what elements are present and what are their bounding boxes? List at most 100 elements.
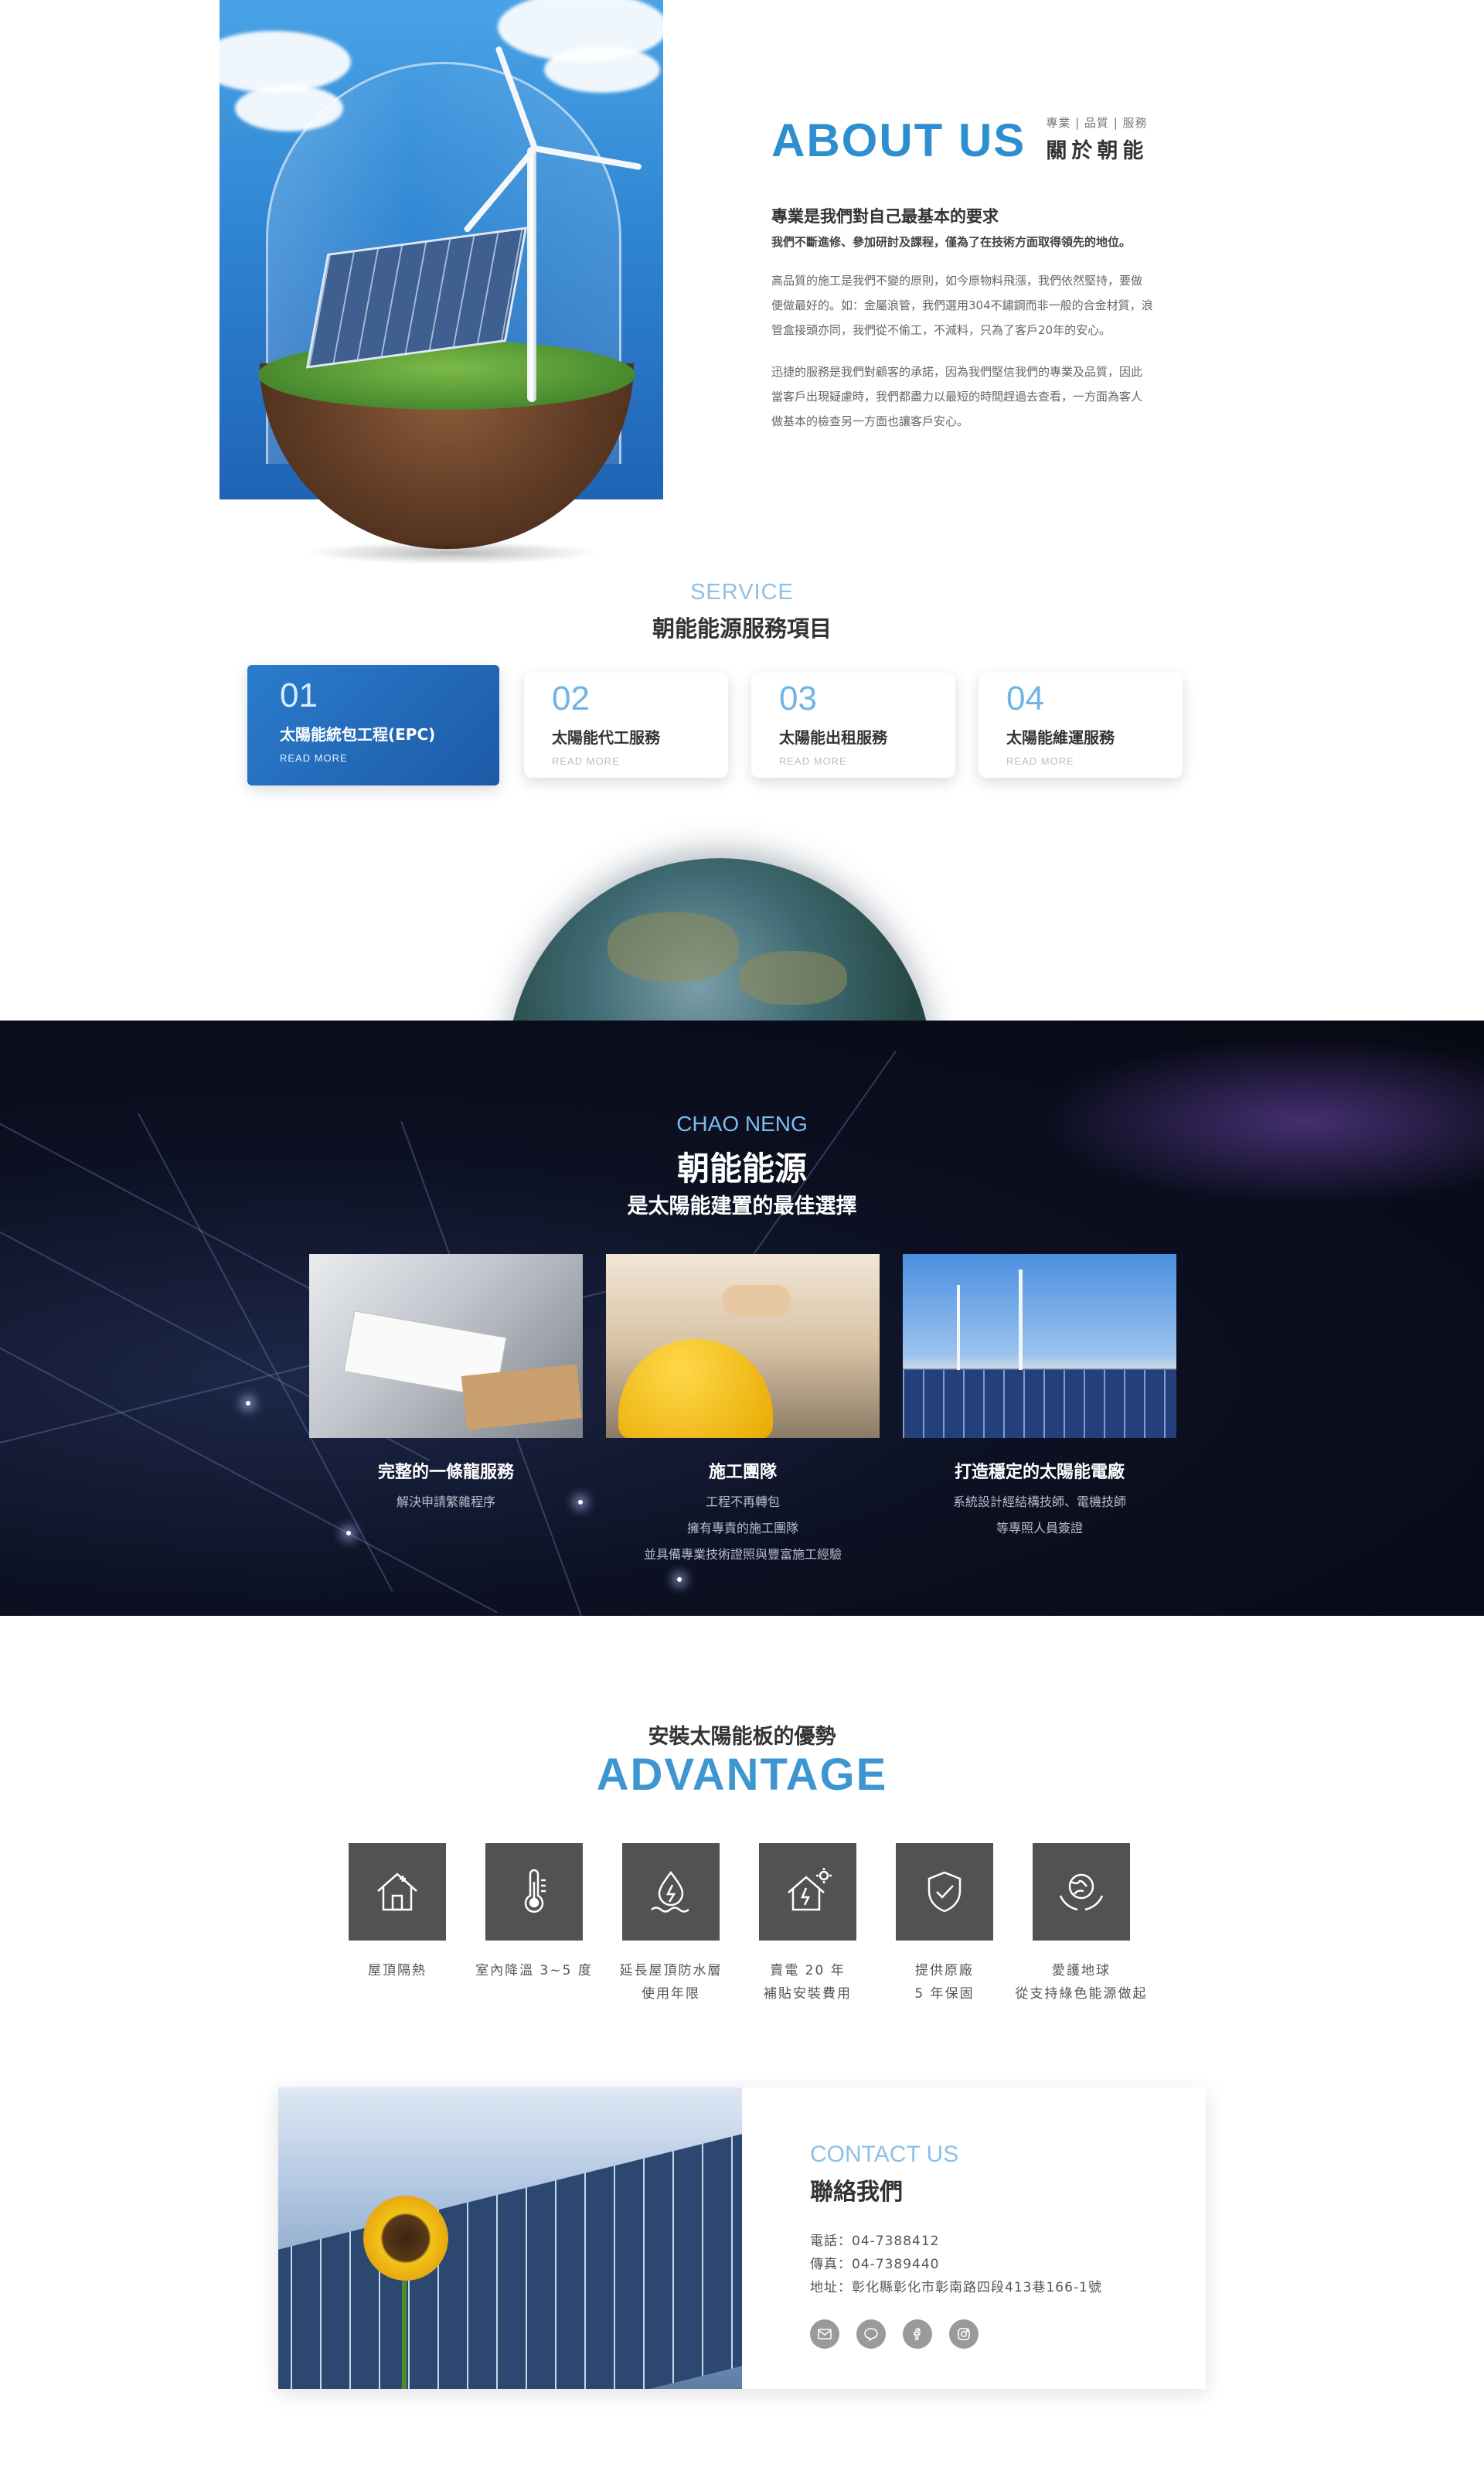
light-spark bbox=[677, 1577, 682, 1582]
read-more-link[interactable]: READ MORE bbox=[1006, 755, 1183, 767]
about-lead: 我們不斷進修、參加研討及課程，僅為了在技術方面取得領先的地位。 bbox=[771, 235, 1132, 249]
light-spark bbox=[246, 1401, 250, 1406]
house-icon bbox=[349, 1843, 446, 1941]
feature-power-plant: 打造穩定的太陽能電廠 系統設計經結構技師、電機技師 等專照人員簽證 bbox=[903, 1254, 1176, 1542]
contact-title-en: CONTACT US bbox=[810, 2142, 959, 2167]
service-card-title: 太陽能代工服務 bbox=[552, 728, 660, 747]
contact-details: 電話：04-7388412 傳真：04-7389440 地址：彰化縣彰化市彰南路… bbox=[810, 2230, 1102, 2299]
feature-title: 完整的一條龍服務 bbox=[377, 1463, 514, 1482]
service-title-zh: 朝能能源服務項目 bbox=[652, 615, 832, 642]
about-heading: ABOUT US 專業 | 品質 | 服務 關於朝能 bbox=[771, 114, 1235, 164]
about-tags: 專業 | 品質 | 服務 bbox=[1046, 116, 1148, 130]
advantage-roof-insulation: 屋頂隔熱 bbox=[329, 1843, 465, 1982]
feature-description-line: 解決申請繁雜程序 bbox=[396, 1494, 495, 1509]
facebook-icon[interactable] bbox=[903, 2319, 932, 2349]
about-paragraph-quality: 高品質的施工是我們不變的原則，如今原物料飛漲，我們依然堅持，要做 便做最好的。如… bbox=[771, 268, 1235, 342]
feature-construction-team: 施工團隊 工程不再轉包 擁有專責的施工團隊 並具備專業技術證照與豐富施工經驗 bbox=[606, 1254, 880, 1568]
social-links bbox=[810, 2319, 1102, 2349]
service-card-number: 03 bbox=[779, 680, 817, 717]
contact-address: 地址：彰化縣彰化市彰南路四段413巷166-1號 bbox=[810, 2280, 1102, 2295]
feature-title: 施工團隊 bbox=[708, 1463, 777, 1482]
service-card-maintenance[interactable]: 04 太陽能維運服務 READ MORE bbox=[979, 673, 1183, 778]
advantage-cooling: 室內降溫 3~5 度 bbox=[466, 1843, 602, 1982]
read-more-link[interactable]: READ MORE bbox=[552, 755, 728, 767]
read-more-link[interactable]: READ MORE bbox=[280, 752, 499, 764]
about-section: ABOUT US 專業 | 品質 | 服務 關於朝能 專業是我們對自己最基本的要… bbox=[0, 0, 1484, 564]
shield-check-icon bbox=[896, 1843, 993, 1941]
about-paragraph-line: 便做最好的。如：金屬浪管，我們選用304不鏽鋼而非一般的合金材質，浪 bbox=[771, 298, 1153, 312]
advantage-label-line: 愛護地球 bbox=[1052, 1963, 1111, 1978]
contact-card: CONTACT US 聯絡我們 電話：04-7388412 傳真：04-7389… bbox=[278, 2087, 1206, 2389]
advantage-label-line: 使用年限 bbox=[642, 1986, 700, 2002]
contact-info: CONTACT US 聯絡我們 電話：04-7388412 傳真：04-7389… bbox=[810, 2142, 1102, 2349]
about-paragraph-line: 管盒接頭亦同，我們從不偷工，不減料，只為了客戶20年的安心。 bbox=[771, 323, 1111, 337]
about-text: ABOUT US 專業 | 品質 | 服務 關於朝能 專業是我們對自己最基本的要… bbox=[771, 114, 1235, 434]
contract-signing-photo bbox=[309, 1254, 583, 1438]
about-headline: 專業是我們對自己最基本的要求 bbox=[771, 207, 999, 226]
chaoneng-subtitle: 是太陽能建置的最佳選擇 bbox=[627, 1194, 857, 1218]
service-card-number: 01 bbox=[280, 676, 318, 714]
advantage-label-line: 延長屋頂防水層 bbox=[619, 1963, 723, 1978]
advantage-label: 室內降溫 3~5 度 bbox=[466, 1959, 602, 1982]
sunflower-solar-photo bbox=[278, 2087, 742, 2389]
feature-description-line: 擁有專責的施工團隊 bbox=[686, 1521, 798, 1535]
feature-description-line: 等專照人員簽證 bbox=[996, 1521, 1083, 1535]
cloud bbox=[196, 31, 351, 93]
feature-title: 打造穩定的太陽能電廠 bbox=[954, 1463, 1125, 1482]
solar-house-icon bbox=[759, 1843, 856, 1941]
advantage-label-line: 5 年保固 bbox=[914, 1986, 975, 2002]
advantage-label-line: 屋頂隔熱 bbox=[368, 1963, 427, 1978]
sunflower-stem bbox=[402, 2281, 407, 2389]
service-card-rental[interactable]: 03 太陽能出租服務 READ MORE bbox=[751, 673, 955, 778]
advantage-label: 愛護地球 從支持綠色能源做起 bbox=[1013, 1959, 1149, 2005]
advantage-title-zh: 安裝太陽能板的優勢 bbox=[648, 1725, 836, 1749]
feature-description-line: 工程不再轉包 bbox=[705, 1494, 780, 1509]
wind-turbine bbox=[1019, 1269, 1023, 1370]
mail-icon[interactable] bbox=[810, 2319, 839, 2349]
advantage-waterproof: 延長屋頂防水層 使用年限 bbox=[603, 1843, 739, 2005]
service-card-title: 太陽能統包工程(EPC) bbox=[280, 725, 436, 744]
service-title-en: SERVICE bbox=[690, 580, 794, 605]
advantage-title-en: ADVANTAGE bbox=[596, 1750, 888, 1800]
advantage-green-earth: 愛護地球 從支持綠色能源做起 bbox=[1013, 1843, 1149, 2005]
globe-hands-icon bbox=[1033, 1843, 1130, 1941]
about-title-zh: 關於朝能 bbox=[1046, 139, 1149, 163]
sunflower bbox=[363, 2196, 448, 2281]
about-paragraph-line: 當客戶出現疑慮時，我們都盡力以最短的時間趕過去查看，一方面為客人 bbox=[771, 390, 1143, 404]
chaoneng-section: CHAO NENG 朝能能源 是太陽能建置的最佳選擇 完整的一條龍服務 解決申請… bbox=[0, 1021, 1484, 1616]
service-card-title: 太陽能維運服務 bbox=[1006, 728, 1115, 747]
construction-team-photo bbox=[606, 1254, 880, 1438]
line-icon[interactable] bbox=[856, 2319, 886, 2349]
chaoneng-title-en: CHAO NENG bbox=[676, 1112, 808, 1136]
about-hero-image bbox=[196, 0, 668, 564]
feature-description: 系統設計經結構技師、電機技師 等專照人員簽證 bbox=[903, 1489, 1176, 1542]
service-card-epc[interactable]: 01 太陽能統包工程(EPC) READ MORE bbox=[247, 665, 499, 785]
advantage-label-line: 補貼安裝費用 bbox=[764, 1986, 852, 2002]
about-paragraph-line: 高品質的施工是我們不變的原則，如今原物料飛漲，我們依然堅持，要做 bbox=[771, 274, 1143, 288]
wind-turbine bbox=[957, 1285, 960, 1370]
contact-fax: 傳真：04-7389440 bbox=[810, 2257, 940, 2272]
about-paragraph-line: 迅捷的服務是我們對顧客的承諾，因為我們堅信我們的專業及品質，因此 bbox=[771, 365, 1143, 379]
about-paragraph-service: 迅捷的服務是我們對顧客的承諾，因為我們堅信我們的專業及品質，因此 當客戶出現疑慮… bbox=[771, 360, 1235, 434]
feature-description-line: 並具備專業技術證照與豐富施工經驗 bbox=[643, 1547, 842, 1562]
instagram-icon[interactable] bbox=[949, 2319, 979, 2349]
about-paragraph-line: 做基本的檢查另一方面也讓客戶安心。 bbox=[771, 414, 969, 428]
service-card-oem[interactable]: 02 太陽能代工服務 READ MORE bbox=[524, 673, 728, 778]
service-card-number: 02 bbox=[552, 680, 590, 717]
read-more-link[interactable]: READ MORE bbox=[779, 755, 955, 767]
contact-phone[interactable]: 電話：04-7388412 bbox=[810, 2230, 1102, 2253]
advantage-label: 賣電 20 年 補貼安裝費用 bbox=[740, 1959, 876, 2005]
handshake bbox=[722, 1285, 791, 1316]
service-card-number: 04 bbox=[1006, 680, 1044, 717]
advantage-label-line: 從支持綠色能源做起 bbox=[1015, 1986, 1148, 2002]
service-cards: 01 太陽能統包工程(EPC) READ MORE 02 太陽能代工服務 REA… bbox=[247, 665, 1206, 789]
advantage-label: 屋頂隔熱 bbox=[329, 1959, 465, 1982]
light-spark bbox=[346, 1531, 351, 1535]
globe-continent bbox=[739, 951, 847, 1005]
advantage-label-line: 提供原廠 bbox=[915, 1963, 974, 1978]
solar-array bbox=[903, 1370, 1176, 1438]
envelope bbox=[461, 1364, 583, 1430]
globe-continent bbox=[608, 912, 739, 982]
advantage-label: 提供原廠 5 年保固 bbox=[876, 1959, 1013, 2005]
feature-description-line: 系統設計經結構技師、電機技師 bbox=[952, 1494, 1126, 1509]
